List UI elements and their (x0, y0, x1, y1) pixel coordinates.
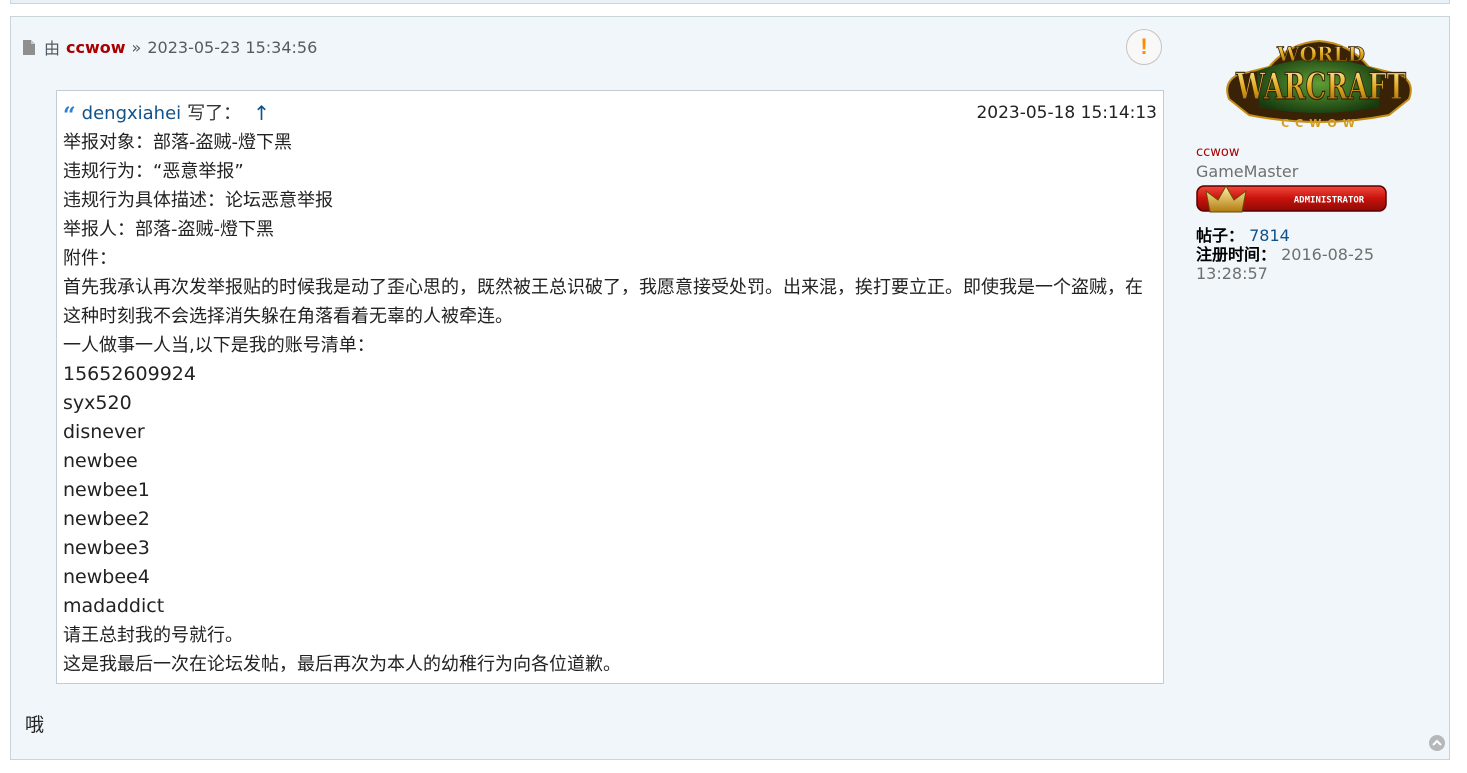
quote-block: “ dengxiahei 写了： ↑ 2023-05-18 15:14:13 举… (56, 90, 1164, 684)
account-item: newbee2 (63, 508, 150, 530)
account-item: syx520 (63, 392, 132, 414)
profile-username-link[interactable]: ccwow (1196, 145, 1436, 160)
previous-post-edge (10, 0, 1450, 4)
avatar-text-top: WORLD (1276, 42, 1365, 66)
quote-line: 举报人：部落-盗贼-燈下黑 (63, 219, 274, 240)
posts-label: 帖子： (1196, 226, 1245, 245)
post-meta: 由 ccwow » 2023-05-23 15:34:56 (23, 35, 317, 59)
profile-posts-row: 帖子： 7814 (1196, 226, 1436, 245)
chevron-up-icon (1432, 739, 1442, 746)
profile-rank: GameMaster (1196, 162, 1299, 181)
account-item: newbee (63, 450, 138, 472)
profile-joined-row: 注册时间： 2016-08-25 13:28:57 (1196, 245, 1436, 283)
back-to-top-button[interactable] (1429, 735, 1445, 751)
avatar-text-main: WARCRAFT (1235, 66, 1406, 108)
account-item: newbee1 (63, 479, 150, 501)
forum-post: 由 ccwow » 2023-05-23 15:34:56 ! “ dengxi… (10, 16, 1450, 760)
quote-wrote-label: 写了： (187, 103, 242, 124)
quote-source-arrow-icon[interactable]: ↑ (253, 99, 270, 128)
quote-line: 举报对象：部落-盗贼-燈下黑 (63, 132, 292, 153)
quote-date: 2023-05-18 15:14:13 (976, 103, 1157, 123)
post-document-icon[interactable] (23, 39, 35, 55)
quote-line: 这是我最后一次在论坛发帖，最后再次为本人的幼稚行为向各位道歉。 (63, 654, 621, 675)
post-separator: » (131, 37, 142, 57)
avatar[interactable]: WORLD WARCRAFT CCWOW (1209, 37, 1429, 133)
report-post-button[interactable]: ! (1126, 29, 1162, 65)
author-profile: WORLD WARCRAFT CCWOW ccwow GameMaster AD… (1196, 37, 1436, 283)
post-body-text: 哦 (25, 714, 45, 736)
account-item: disnever (63, 421, 145, 443)
administrator-rank-badge: ADMINISTRATOR (1196, 184, 1387, 213)
account-item: 15652609924 (63, 363, 196, 385)
quote-line: 一人做事一人当,以下是我的账号清单： (63, 335, 375, 356)
account-item: newbee4 (63, 566, 150, 588)
quote-line: 违规行为具体描述：论坛恶意举报 (63, 190, 333, 211)
posts-count-link[interactable]: 7814 (1249, 226, 1290, 245)
quote-user-link[interactable]: dengxiahei (82, 99, 182, 128)
quote-icon: “ (63, 102, 76, 129)
avatar-text-sub: CCWOW (1281, 117, 1361, 130)
post-author-link[interactable]: ccwow (66, 38, 126, 57)
quote-line: 违规行为：“恶意举报” (63, 161, 244, 182)
exclamation-icon: ! (1140, 34, 1148, 59)
post-datetime: 2023-05-23 15:34:56 (147, 37, 318, 57)
quote-header: “ dengxiahei 写了： ↑ 2023-05-18 15:14:13 (63, 99, 1157, 128)
joined-label: 注册时间： (1196, 245, 1277, 264)
account-item: newbee3 (63, 537, 150, 559)
account-item: madaddict (63, 595, 165, 617)
profile-stats: 帖子： 7814 注册时间： 2016-08-25 13:28:57 (1196, 226, 1436, 283)
badge-text: ADMINISTRATOR (1294, 196, 1365, 206)
quote-paragraph: 首先我承认再次发举报贴的时候我是动了歪心思的，既然被王总识破了，我愿意接受处罚。… (63, 277, 1143, 327)
post-by-label: 由 (44, 39, 61, 58)
quote-line: 附件： (63, 248, 117, 269)
quote-line: 请王总封我的号就行。 (63, 625, 243, 646)
